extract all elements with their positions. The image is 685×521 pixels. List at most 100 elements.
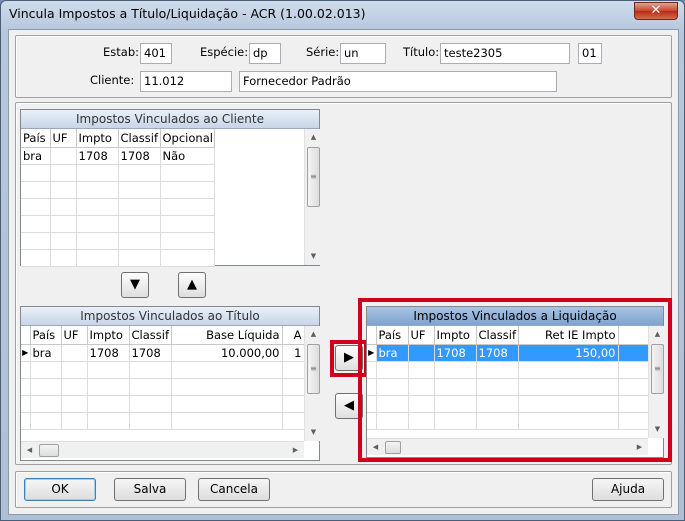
- arrow-right-icon: ▶: [344, 350, 354, 365]
- table-row-empty: [21, 164, 215, 182]
- scroll-down-icon[interactable]: ▼: [649, 421, 666, 438]
- scroll-thumb[interactable]: ≡: [651, 344, 664, 394]
- col-uf[interactable]: UF: [61, 326, 88, 345]
- table-row-empty: [21, 215, 215, 233]
- col-impto[interactable]: Impto: [87, 326, 130, 345]
- table-row-selected[interactable]: ▶ bra 1708 1708 150,00: [367, 344, 649, 362]
- table-row-empty: [21, 361, 305, 379]
- cliente-panel-title: Impostos Vinculados ao Cliente: [21, 110, 319, 129]
- table-row-empty: [367, 395, 649, 413]
- col-uf[interactable]: UF: [50, 129, 77, 148]
- cell-pais: bra: [30, 344, 62, 362]
- scroll-right-icon[interactable]: ▶: [631, 439, 648, 456]
- col-classif[interactable]: Classif: [118, 129, 161, 148]
- move-up-button[interactable]: ▲: [178, 272, 206, 298]
- cliente-impostos-panel: Impostos Vinculados ao Cliente País UF I…: [20, 109, 321, 267]
- cell-ret-ie-impto: 150,00: [518, 344, 619, 362]
- scroll-left-icon[interactable]: ◀: [367, 439, 384, 456]
- serie-label: Série:: [306, 45, 340, 59]
- liquidacao-vertical-scrollbar[interactable]: ▲ ≡ ▼: [648, 326, 665, 438]
- scroll-thumb[interactable]: ≡: [307, 344, 320, 394]
- impostos-group: Impostos Vinculados ao Cliente País UF I…: [15, 102, 672, 465]
- col-classif[interactable]: Classif: [129, 326, 172, 345]
- titulo-label: Título:: [403, 45, 440, 59]
- titulo-horizontal-scrollbar[interactable]: ◀ ▶: [21, 441, 304, 458]
- liquidacao-impostos-table: País UF Impto Classif Ret IE Impto ▶ bra…: [367, 326, 649, 430]
- scroll-left-icon[interactable]: ◀: [21, 442, 38, 459]
- serie-field[interactable]: un: [340, 43, 386, 64]
- button-bar: OK Salva Cancela Ajuda: [15, 471, 672, 508]
- especie-label: Espécie:: [200, 45, 249, 59]
- title-bar: Vincula Impostos a Título/Liquidação - A…: [1, 1, 684, 29]
- table-row-empty: [21, 181, 215, 199]
- col-impto[interactable]: Impto: [76, 129, 119, 148]
- cell-classif: 1708: [118, 147, 161, 165]
- col-uf[interactable]: UF: [408, 326, 435, 345]
- cell-impto: 1708: [76, 147, 119, 165]
- salva-button[interactable]: Salva: [114, 478, 186, 501]
- arrow-up-icon: ▲: [187, 277, 197, 292]
- scroll-right-icon[interactable]: ▶: [287, 442, 304, 459]
- col-impto[interactable]: Impto: [434, 326, 477, 345]
- table-row-empty: [21, 249, 215, 267]
- liquidacao-impostos-panel: Impostos Vinculados a Liquidação País UF…: [366, 306, 665, 458]
- table-header-row: País UF Impto Classif Ret IE Impto: [367, 326, 649, 345]
- scroll-down-icon[interactable]: ▼: [305, 424, 322, 441]
- cliente-field[interactable]: 11.012: [140, 71, 232, 92]
- cell-impto: 1708: [434, 344, 477, 362]
- titulo-field[interactable]: teste2305: [440, 43, 570, 64]
- liquidacao-panel-title: Impostos Vinculados a Liquidação: [367, 307, 663, 326]
- row-marker-icon: ▶: [21, 344, 31, 362]
- scroll-thumb[interactable]: [39, 444, 59, 457]
- row-marker-icon: ▶: [367, 344, 377, 362]
- estab-field[interactable]: 401: [140, 43, 172, 64]
- cell-uf: [50, 147, 77, 165]
- arrow-down-icon: ▼: [130, 277, 140, 292]
- col-extra[interactable]: A: [282, 326, 305, 345]
- col-classif[interactable]: Classif: [476, 326, 519, 345]
- table-row-empty: [21, 412, 305, 430]
- especie-field[interactable]: dp: [249, 43, 281, 64]
- header-group: Estab: 401 Espécie: dp Série: un Título:…: [15, 35, 672, 98]
- cell-extra: 1: [282, 344, 305, 362]
- titulo-panel-title: Impostos Vinculados ao Título: [21, 307, 319, 326]
- parcela-field[interactable]: 01: [578, 43, 602, 64]
- cancela-button[interactable]: Cancela: [198, 478, 270, 501]
- estab-label: Estab:: [103, 45, 139, 59]
- cell-pais: bra: [376, 344, 409, 362]
- arrow-left-icon: ◀: [344, 398, 354, 413]
- scroll-up-icon[interactable]: ▲: [305, 129, 322, 146]
- cliente-label: Cliente:: [90, 73, 135, 87]
- col-pais[interactable]: País: [21, 129, 51, 148]
- ok-button[interactable]: OK: [24, 478, 96, 501]
- table-row-empty: [367, 378, 649, 396]
- table-row-empty: [21, 198, 215, 216]
- cliente-nome-field: Fornecedor Padrão: [239, 71, 557, 92]
- scroll-thumb[interactable]: [385, 441, 401, 454]
- titulo-impostos-table: País UF Impto Classif Base Líquida A ▶ b…: [21, 326, 305, 430]
- scroll-thumb[interactable]: ≡: [307, 147, 320, 207]
- table-row[interactable]: bra 1708 1708 Não: [21, 147, 215, 165]
- move-down-button[interactable]: ▼: [121, 272, 149, 298]
- cell-base-liquida: 10.000,00: [171, 344, 283, 362]
- window-title: Vincula Impostos a Título/Liquidação - A…: [9, 6, 366, 21]
- table-row[interactable]: ▶ bra 1708 1708 10.000,00 1: [21, 344, 305, 362]
- col-pais[interactable]: País: [30, 326, 62, 345]
- liquidacao-horizontal-scrollbar[interactable]: ◀ ▶: [367, 438, 648, 455]
- scroll-up-icon[interactable]: ▲: [305, 326, 322, 343]
- close-button[interactable]: ✕: [634, 2, 678, 20]
- col-ret-ie-impto[interactable]: Ret IE Impto: [518, 326, 619, 345]
- col-base-liquida[interactable]: Base Líquida: [171, 326, 283, 345]
- ajuda-button[interactable]: Ajuda: [592, 478, 664, 501]
- table-row-empty: [367, 361, 649, 379]
- titulo-vertical-scrollbar[interactable]: ▲ ≡ ▼: [304, 326, 321, 441]
- scroll-up-icon[interactable]: ▲: [649, 326, 666, 343]
- table-row-empty: [21, 395, 305, 413]
- scroll-down-icon[interactable]: ▼: [305, 248, 322, 265]
- cell-pais: bra: [21, 147, 51, 165]
- table-header-row: País UF Impto Classif Opcional: [21, 129, 215, 148]
- cliente-vertical-scrollbar[interactable]: ▲ ≡ ▼: [304, 129, 321, 265]
- cell-uf: [408, 344, 435, 362]
- col-pais[interactable]: País: [376, 326, 409, 345]
- col-opcional[interactable]: Opcional: [160, 129, 215, 148]
